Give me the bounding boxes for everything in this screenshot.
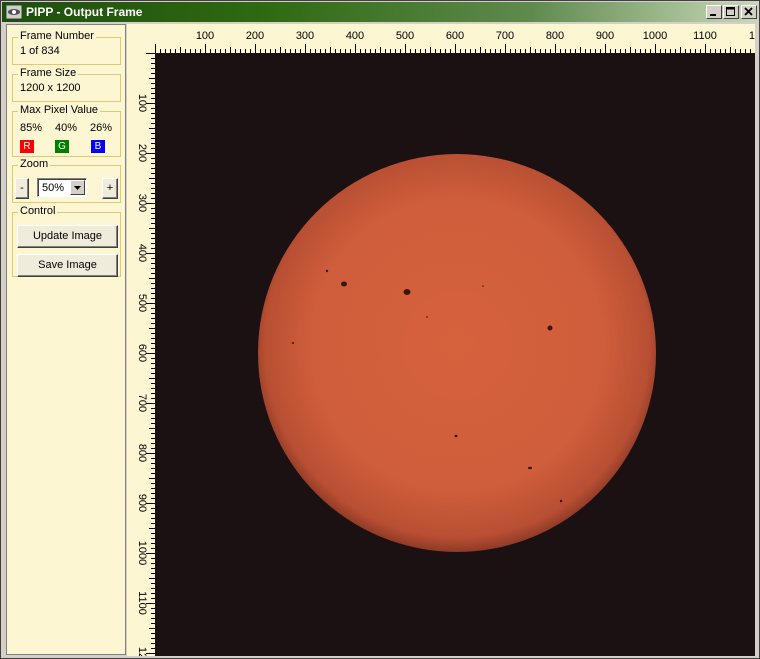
left-ruler-label: 600 [136, 344, 148, 362]
left-ruler-label: 700 [136, 394, 148, 412]
minimize-button[interactable] [706, 5, 722, 19]
frame-number-value: 1 of 834 [20, 45, 60, 57]
top-ruler-label: 400 [346, 30, 364, 42]
save-image-button[interactable]: Save Image [17, 254, 118, 277]
close-button[interactable] [741, 5, 757, 19]
frame-number-label: Frame Number [18, 30, 96, 42]
left-ruler-label: 500 [136, 294, 148, 312]
top-ruler-label: 12 [749, 30, 755, 42]
zoom-label: Zoom [18, 158, 51, 170]
top-ruler-label: 200 [246, 30, 264, 42]
left-ruler-label: 900 [136, 494, 148, 512]
red-channel-badge: R [20, 140, 34, 153]
zoom-out-button[interactable]: - [15, 178, 29, 199]
top-ruler-label: 100 [196, 30, 214, 42]
blue-percent: 26% [90, 122, 113, 134]
left-ruler-label: 400 [136, 244, 148, 262]
frame-number-group: Frame Number 1 of 834 [12, 30, 121, 65]
maximize-icon [726, 7, 735, 16]
sun-image [155, 53, 755, 656]
blue-channel-badge: B [91, 140, 105, 153]
top-ruler-label: 800 [546, 30, 564, 42]
left-ruler-label: 12 [136, 647, 148, 656]
left-ruler-label: 100 [136, 94, 148, 112]
zoom-select-value: 50% [42, 182, 65, 194]
top-ruler-label: 600 [446, 30, 464, 42]
left-ruler-label: 800 [136, 444, 148, 462]
left-ruler-label: 1100 [136, 591, 148, 615]
left-ruler-label: 1000 [136, 541, 148, 565]
window-title: PIPP - Output Frame [26, 5, 143, 19]
frame-size-value: 1200 x 1200 [20, 82, 81, 94]
close-icon [744, 7, 753, 16]
red-percent: 85% [20, 122, 43, 134]
top-ruler-label: 700 [496, 30, 514, 42]
top-ruler-label: 1000 [643, 30, 667, 42]
zoom-group: Zoom - 50% + [12, 158, 121, 203]
output-frame-window: PIPP - Output Frame Frame Number 1 of 83… [0, 0, 760, 659]
top-ruler-label: 300 [296, 30, 314, 42]
green-channel-badge: G [55, 140, 69, 153]
sun-disk [258, 154, 656, 552]
frame-size-label: Frame Size [18, 67, 79, 79]
app-icon [6, 5, 22, 19]
frame-size-group: Frame Size 1200 x 1200 [12, 67, 121, 102]
chevron-down-icon [74, 186, 81, 190]
top-ruler-label: 1100 [693, 30, 717, 42]
zoom-in-button[interactable]: + [102, 178, 118, 199]
top-ruler-label: 500 [396, 30, 414, 42]
control-group: Control Update Image Save Image [12, 205, 121, 277]
zoom-select[interactable]: 50% [37, 178, 87, 197]
left-ruler: 100 200 300 400 500 600 700 800 900 1000 1100 12 [127, 53, 155, 656]
title-bar[interactable]: PIPP - Output Frame [2, 2, 758, 22]
control-label: Control [18, 205, 58, 217]
left-ruler-label: 300 [136, 194, 148, 212]
top-ruler-label: 900 [596, 30, 614, 42]
ruler-corner [127, 24, 155, 53]
output-image-canvas[interactable] [155, 53, 755, 656]
left-ruler-label: 200 [136, 144, 148, 162]
sidebar-panel: Frame Number 1 of 834 Frame Size 1200 x … [6, 24, 126, 655]
maximize-button[interactable] [723, 5, 739, 19]
update-image-button[interactable]: Update Image [17, 225, 118, 248]
minimize-icon [710, 14, 716, 16]
dropdown-arrow-button[interactable] [70, 180, 85, 195]
green-percent: 40% [55, 122, 78, 134]
max-pixel-label: Max Pixel Value [18, 104, 101, 116]
top-ruler: 100 200 300 400 500 600 700 800 900 1000 1100 12 [153, 24, 755, 53]
max-pixel-group: Max Pixel Value 85% 40% 26% R G B [12, 104, 121, 157]
